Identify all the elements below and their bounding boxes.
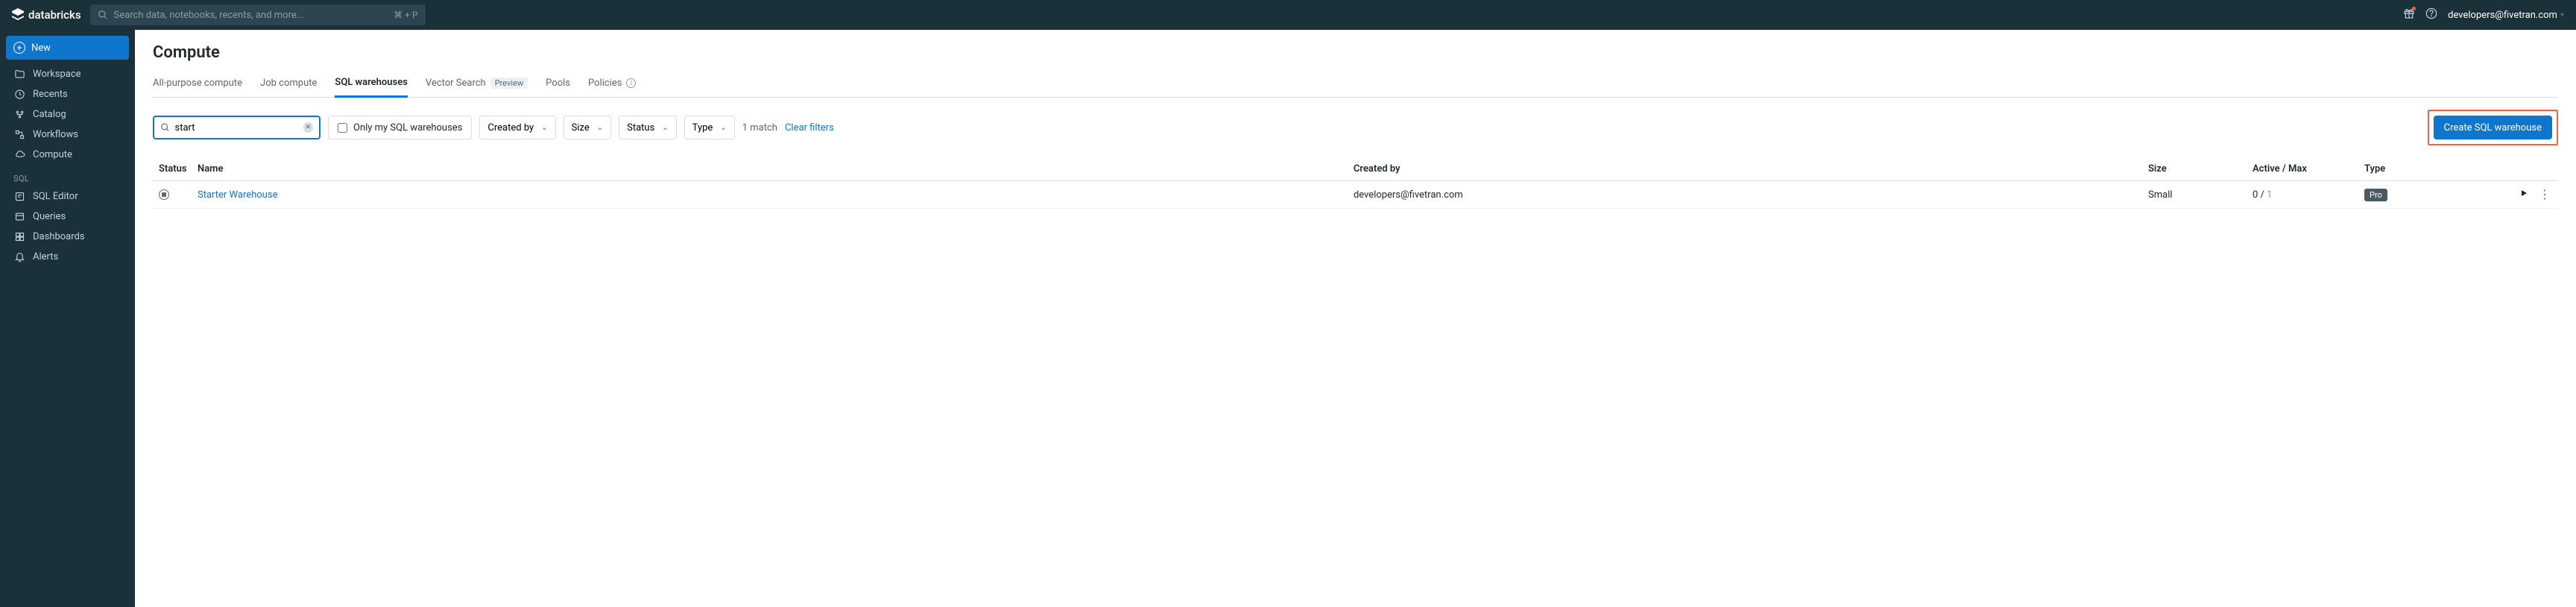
sidebar-item-label: Queries <box>33 211 66 222</box>
checkbox-label: Only my SQL warehouses <box>353 122 462 133</box>
filter-status[interactable]: Status⌄ <box>619 116 677 139</box>
warehouse-name-link[interactable]: Starter Warehouse <box>198 189 277 201</box>
chevron-down-icon: ⌄ <box>541 124 547 132</box>
dashboards-icon <box>13 231 25 242</box>
start-icon[interactable] <box>2519 189 2528 201</box>
match-count: 1 match <box>742 122 777 133</box>
sidebar-item-catalog[interactable]: Catalog <box>6 104 129 125</box>
tabs: All-purpose compute Job compute SQL ware… <box>153 77 2558 98</box>
notification-dot <box>2412 7 2416 10</box>
cloud-icon <box>13 149 25 160</box>
col-header-status: Status <box>153 163 198 174</box>
main-content: Compute All-purpose compute Job compute … <box>135 30 2576 607</box>
top-bar: databricks ⌘ + P developers@fivetran.com… <box>0 0 2576 30</box>
status-stopped-icon <box>159 189 169 200</box>
chevron-down-icon: ⌄ <box>662 124 668 132</box>
sidebar-item-label: Workspace <box>33 69 81 80</box>
cell-actions: ⋮ <box>2506 189 2558 201</box>
clear-search-icon[interactable]: ✕ <box>303 122 314 133</box>
filter-size[interactable]: Size⌄ <box>564 116 612 139</box>
search-icon <box>160 122 171 133</box>
sidebar-item-alerts[interactable]: Alerts <box>6 247 129 267</box>
tab-policies[interactable]: Policies i <box>588 77 636 97</box>
sidebar: + New Workspace Recents Catalog Workflow… <box>0 30 135 607</box>
gift-icon[interactable] <box>2403 7 2415 22</box>
cell-name: Starter Warehouse <box>198 189 1354 201</box>
filter-search-input[interactable] <box>175 122 299 133</box>
only-my-checkbox[interactable]: Only my SQL warehouses <box>328 116 472 139</box>
chevron-down-icon: ⌄ <box>720 124 726 132</box>
user-menu[interactable]: developers@fivetran.com ▾ <box>2448 10 2564 21</box>
bell-icon <box>13 251 25 262</box>
chevron-down-icon: ⌄ <box>597 124 603 132</box>
sidebar-item-label: Dashboards <box>33 231 85 242</box>
kebab-menu-icon[interactable]: ⋮ <box>2539 189 2551 201</box>
sidebar-item-sql-editor[interactable]: SQL Editor <box>6 186 129 207</box>
sidebar-item-label: Catalog <box>33 109 66 120</box>
topbar-actions: developers@fivetran.com ▾ <box>2403 7 2564 22</box>
clock-icon <box>13 89 25 100</box>
search-shortcut: ⌘ + P <box>394 10 417 20</box>
cell-created-by: developers@fivetran.com <box>1354 189 2148 201</box>
cell-status <box>153 189 198 200</box>
sql-editor-icon <box>13 191 25 202</box>
type-badge: Pro <box>2364 189 2387 201</box>
tab-sql-warehouses[interactable]: SQL warehouses <box>335 77 408 98</box>
global-search-input[interactable] <box>114 10 388 21</box>
cell-size: Small <box>2148 189 2253 201</box>
chevron-down-icon: ▾ <box>2560 11 2564 19</box>
cell-type: Pro <box>2364 189 2506 201</box>
create-sql-warehouse-button[interactable]: Create SQL warehouse <box>2434 116 2552 139</box>
brand-logo[interactable]: databricks <box>12 8 81 22</box>
sidebar-item-workspace[interactable]: Workspace <box>6 64 129 84</box>
page-title: Compute <box>153 43 2558 62</box>
filter-type[interactable]: Type⌄ <box>684 116 735 139</box>
sidebar-item-compute[interactable]: Compute <box>6 145 129 165</box>
sidebar-item-workflows[interactable]: Workflows <box>6 125 129 145</box>
col-header-name: Name <box>198 163 1354 174</box>
col-header-active-max: Active / Max <box>2253 163 2364 174</box>
sidebar-section-sql: SQL <box>6 165 129 186</box>
sidebar-item-dashboards[interactable]: Dashboards <box>6 227 129 247</box>
queries-icon <box>13 211 25 222</box>
tab-vector-search[interactable]: Vector Search Preview <box>426 77 528 97</box>
catalog-icon <box>13 109 25 120</box>
col-header-type: Type <box>2364 163 2506 174</box>
filter-search[interactable]: ✕ <box>153 116 321 139</box>
table-header: Status Name Created by Size Active / Max… <box>153 157 2558 181</box>
col-header-size: Size <box>2148 163 2253 174</box>
global-search[interactable]: ⌘ + P <box>90 4 426 25</box>
table-row: Starter Warehouse developers@fivetran.co… <box>153 181 2558 209</box>
folder-icon <box>13 69 25 80</box>
preview-badge: Preview <box>490 78 528 89</box>
search-icon <box>98 10 108 20</box>
tab-job-compute[interactable]: Job compute <box>260 77 317 97</box>
warehouses-table: Status Name Created by Size Active / Max… <box>153 157 2558 209</box>
filter-created-by[interactable]: Created by⌄ <box>479 116 555 139</box>
user-email: developers@fivetran.com <box>2448 10 2557 21</box>
help-icon[interactable] <box>2425 7 2437 22</box>
workflows-icon <box>13 129 25 140</box>
sidebar-item-label: SQL Editor <box>33 191 78 202</box>
tab-pools[interactable]: Pools <box>546 77 570 97</box>
sidebar-item-label: Recents <box>33 89 68 100</box>
sidebar-item-label: Compute <box>33 149 72 160</box>
brand-text: databricks <box>28 8 81 22</box>
col-header-created-by: Created by <box>1354 163 2148 174</box>
cell-active-max: 0 / 1 <box>2253 189 2364 201</box>
sidebar-item-queries[interactable]: Queries <box>6 207 129 227</box>
new-button-label: New <box>31 43 51 54</box>
clear-filters-link[interactable]: Clear filters <box>785 122 834 133</box>
sidebar-item-recents[interactable]: Recents <box>6 84 129 104</box>
only-my-checkbox-input[interactable] <box>338 123 347 133</box>
sidebar-item-label: Workflows <box>33 129 78 140</box>
info-icon: i <box>626 78 636 88</box>
sidebar-item-label: Alerts <box>33 251 58 262</box>
filter-bar: ✕ Only my SQL warehouses Created by⌄ Siz… <box>153 110 2558 145</box>
plus-circle-icon: + <box>13 42 25 54</box>
tab-all-purpose[interactable]: All-purpose compute <box>153 77 242 97</box>
create-button-highlight: Create SQL warehouse <box>2428 110 2558 145</box>
new-button[interactable]: + New <box>6 36 129 60</box>
databricks-icon <box>12 8 24 22</box>
